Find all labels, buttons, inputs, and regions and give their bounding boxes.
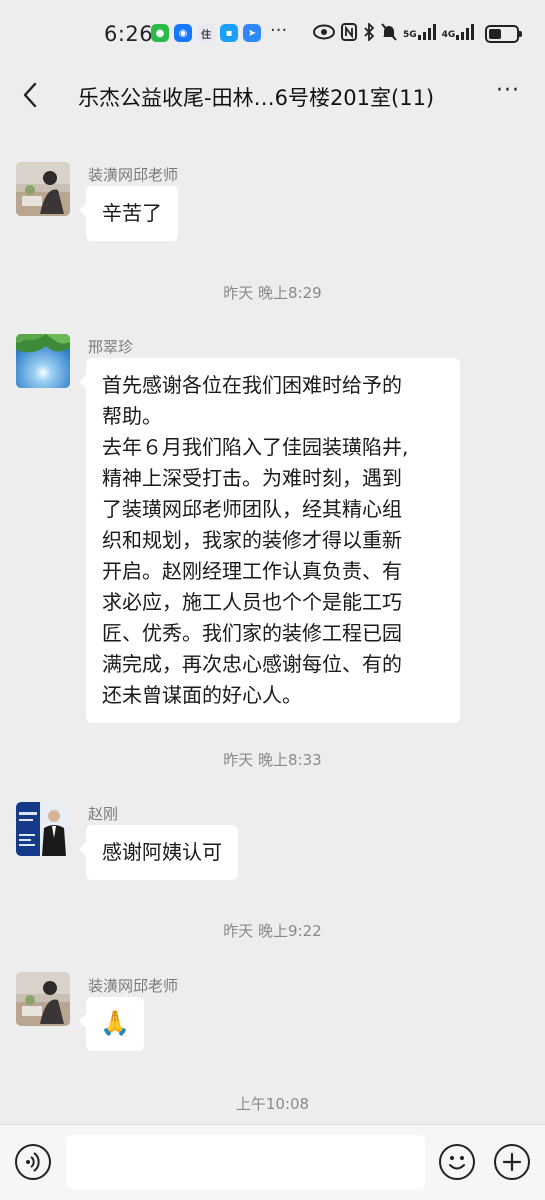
status-bar: 6:26 ● ◉ 住 ▪ ➤ ··· 5G 4G: [0, 0, 545, 62]
voice-icon: [26, 1152, 40, 1172]
message-timestamp: 昨天 晚上8:33: [223, 751, 322, 769]
emoji-icon: [449, 1156, 465, 1170]
bluetooth-icon: [364, 23, 375, 41]
sender-name: 赵刚: [88, 805, 119, 823]
back-button[interactable]: [18, 80, 42, 110]
message-bubble[interactable]: 辛苦了: [79, 186, 178, 241]
message-line: 去年６月我们陷入了佳园装璜陷井,: [102, 435, 409, 459]
message-bubble[interactable]: 🙏: [79, 997, 144, 1051]
message-line: 开启。赵刚经理工作认真负责、有: [102, 559, 402, 583]
battery-icon: [485, 25, 522, 43]
message-timestamp: 昨天 晚上8:29: [223, 284, 322, 302]
nfc-icon: [341, 23, 357, 41]
message-icon: ▪: [220, 24, 238, 42]
message-line: 织和规划，我家的装修才得以重新: [102, 528, 402, 552]
chevron-left-icon: [23, 82, 37, 108]
status-more-icon: ···: [270, 20, 288, 41]
message-timestamp: 昨天 晚上9:22: [223, 922, 322, 940]
signal-4g: 4G: [442, 24, 475, 40]
signal-5g: 5G: [403, 24, 436, 40]
status-app-icons: ● ◉ 住 ▪ ➤: [151, 24, 261, 42]
avatar[interactable]: [16, 802, 70, 856]
chat-title: 乐杰公益收尾-田林…6号楼201室(11): [78, 86, 435, 110]
app-icon: 住: [197, 24, 215, 42]
avatar[interactable]: [16, 162, 70, 216]
message-line: 满完成，再次忠心感谢每位、有的: [102, 652, 402, 676]
emoji-button[interactable]: [439, 1144, 475, 1180]
message-line: 精神上深受打击。为难时刻，遇到: [102, 466, 402, 490]
sender-name: 装潢网邱老师: [88, 977, 179, 995]
message-bubble[interactable]: 首先感谢各位在我们困难时给予的 帮助。 去年６月我们陷入了佳园装璜陷井, 精神上…: [79, 358, 460, 723]
sender-name: 装潢网邱老师: [88, 166, 179, 184]
message-line: 匠、优秀。我们家的装修工程已园: [102, 621, 402, 645]
more-button[interactable]: ···: [492, 78, 524, 112]
input-bar: [0, 1124, 545, 1200]
plus-button[interactable]: [494, 1144, 530, 1180]
app-icon: ➤: [243, 24, 261, 42]
status-time: 6:26: [104, 22, 154, 46]
message-line: 帮助。: [102, 404, 162, 428]
chat-header: 乐杰公益收尾-田林…6号楼201室(11) ···: [0, 62, 545, 128]
avatar[interactable]: [16, 334, 70, 388]
message-bubble[interactable]: 感谢阿姨认可: [79, 825, 238, 880]
voice-button[interactable]: [15, 1144, 51, 1180]
message-line: 求必应，施工人员也个个是能工巧: [102, 590, 402, 614]
praying-hands-emoji: 🙏: [100, 1009, 130, 1037]
status-indicators: 5G 4G: [313, 23, 475, 41]
sender-name: 邢翠珍: [88, 338, 134, 356]
eye-icon: [313, 24, 335, 40]
wechat-icon: ●: [151, 24, 169, 42]
plus-icon: [502, 1152, 522, 1172]
message-line: 还未曾谋面的好心人。: [102, 683, 302, 707]
avatar[interactable]: [16, 972, 70, 1026]
mute-icon: [381, 23, 397, 41]
message-line: 了装璜网邱老师团队，经其精心组: [102, 497, 402, 521]
message-input[interactable]: [66, 1135, 425, 1189]
message-timestamp: 上午10:08: [235, 1095, 310, 1113]
message-line: 首先感谢各位在我们困难时给予的: [102, 373, 402, 397]
app-icon: ◉: [174, 24, 192, 42]
